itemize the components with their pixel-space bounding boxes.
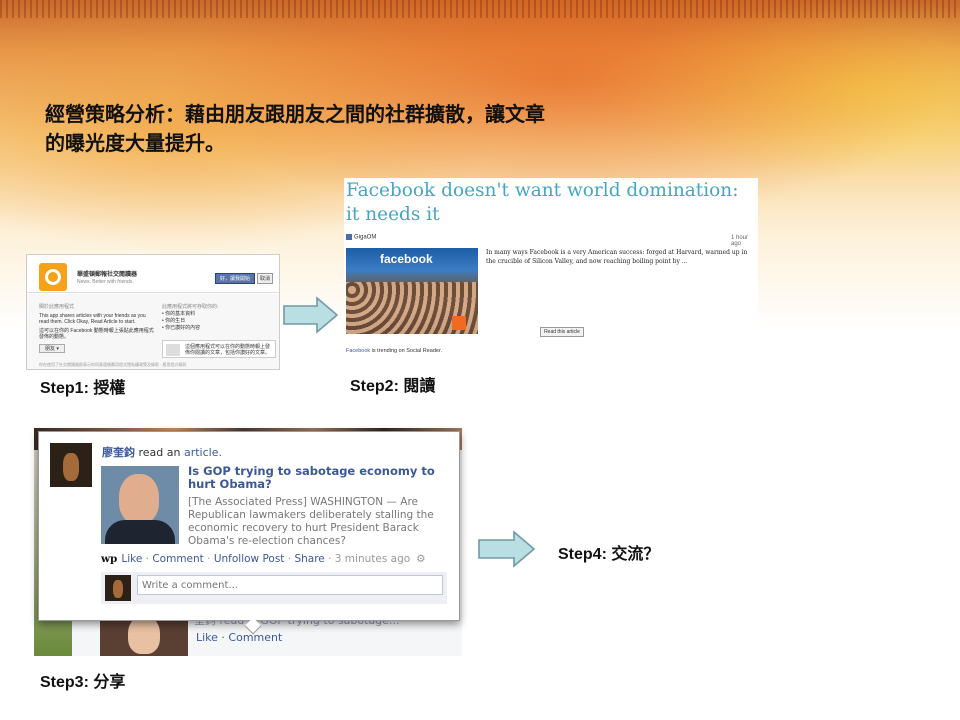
article-source: GigaOM [346,234,376,241]
timeline-permission-text: 這個應用程式可以在你的動態時報上發佈你閱讀的文章，包括你讚好的文章。 [185,344,271,356]
source-icon [346,234,352,240]
read-article-button[interactable]: Read this article [540,327,584,337]
auth-dialog-screenshot: 華盛頓郵報社交閱讀器 News. Better with friends. 好，… [26,254,280,370]
cancel-button[interactable]: 取消 [257,273,273,284]
story-thumbnail[interactable] [101,466,179,544]
share-link[interactable]: Share [294,553,324,565]
activity-line: 廖奎鈞 read an article. [102,444,222,460]
permission-item: • 你的生日 [162,318,186,324]
slide-title-line-2: 的曝光度大量提升。 [45,131,225,155]
dialog-footer: 你在使用了社交閱讀器即表示你同意遵循應用程式隱私權政策及條款 · 應用程式條款 [39,362,187,367]
activity-object-link[interactable]: article. [184,446,222,459]
article-headline[interactable]: Facebook doesn't want world domination: … [346,179,756,227]
allow-button[interactable]: 好，讓我開始 [215,273,255,284]
share-note: 這可以在你的 Facebook 動態時報上張貼此應用程式發佈的動態。 [39,328,154,340]
audience-selector[interactable]: 朋友 ▾ [39,344,65,353]
comment-input[interactable] [137,575,443,595]
actor-name[interactable]: 廖奎鈞 [102,446,135,459]
washington-post-icon: wp [101,553,118,565]
about-text: This app shares articles with your frien… [39,313,146,325]
about-column: 關於此應用程式 This app shares articles with yo… [39,304,157,340]
decorative-strip [0,0,960,18]
post-timestamp: 3 minutes ago [334,553,411,565]
photo-sign-text: facebook [380,252,433,266]
step2-label: Step2: 閱讀 [350,378,436,395]
avatar[interactable] [50,443,92,487]
source-name[interactable]: GigaOM [354,235,376,241]
thumbnail-face [119,474,159,524]
right-arrow-icon [478,530,536,568]
timeline-icon [166,344,180,356]
trending-text: is trending on Social Reader. [370,348,443,354]
auth-dialog-body: 關於此應用程式 This app shares articles with yo… [27,294,279,369]
thumbnail-suit [105,520,175,544]
like-link[interactable]: Like [121,553,142,565]
permissions-column: 此應用程式將可存取你的: • 你的基本資料 • 你的生日 • 你已讚好的內容 [162,304,274,332]
step4-label: Step4: 交流？ [558,546,660,563]
permission-item: • 你的基本資料 [162,311,196,317]
commenter-avatar [105,575,131,601]
lower-face [128,616,160,654]
comment-link[interactable]: Comment [152,553,203,565]
app-tagline: News. Better with friends. [77,279,134,285]
article-card-screenshot: Facebook doesn't want world domination: … [344,178,758,358]
article-photo[interactable]: facebook [346,248,478,334]
unfollow-post-link[interactable]: Unfollow Post [214,553,285,565]
article-time: 1 hour ago [731,235,749,247]
comment-row [101,572,447,604]
auth-dialog-header: 華盛頓郵報社交閱讀器 News. Better with friends. 好，… [27,255,279,293]
lower-story-links[interactable]: Like · Comment [196,631,282,644]
share-post-popup: 廖奎鈞 read an article. Is GOP trying to sa… [38,431,460,635]
permissions-heading: 此應用程式將可存取你的: [162,304,219,310]
app-logo-icon [39,263,67,291]
app-name: 華盛頓郵報社交閱讀器 [77,272,138,278]
article-excerpt: In many ways Facebook is a very American… [486,249,748,265]
slide-title: 經營策略分析：藉由朋友跟朋友之間的社群擴散，讓文章 的曝光度大量提升。 [45,100,665,158]
gear-icon[interactable]: ⚙ [416,553,425,565]
timeline-permission-box: 這個應用程式可以在你的動態時報上發佈你閱讀的文章，包括你讚好的文章。 [162,340,276,358]
step1-label: Step1: 授權 [40,380,126,397]
story-headline[interactable]: Is GOP trying to sabotage economy to hur… [188,465,458,491]
story-summary: [The Associated Press] WASHINGTON — Are … [188,496,434,547]
right-arrow-icon [283,296,339,334]
trending-link[interactable]: Facebook [346,348,370,354]
photo-badge-icon [452,316,466,330]
permission-item: • 你已讚好的內容 [162,325,201,331]
step3-label: Step3: 分享 [40,674,126,691]
trending-note: Facebook is trending on Social Reader. [346,348,442,354]
post-actions: wp Like · Comment · Unfollow Post · Share… [101,553,426,565]
activity-verb: read an [135,446,184,459]
slide-title-line-1: 經營策略分析：藉由朋友跟朋友之間的社群擴散，讓文章 [45,102,545,126]
about-heading: 關於此應用程式 [39,304,75,310]
